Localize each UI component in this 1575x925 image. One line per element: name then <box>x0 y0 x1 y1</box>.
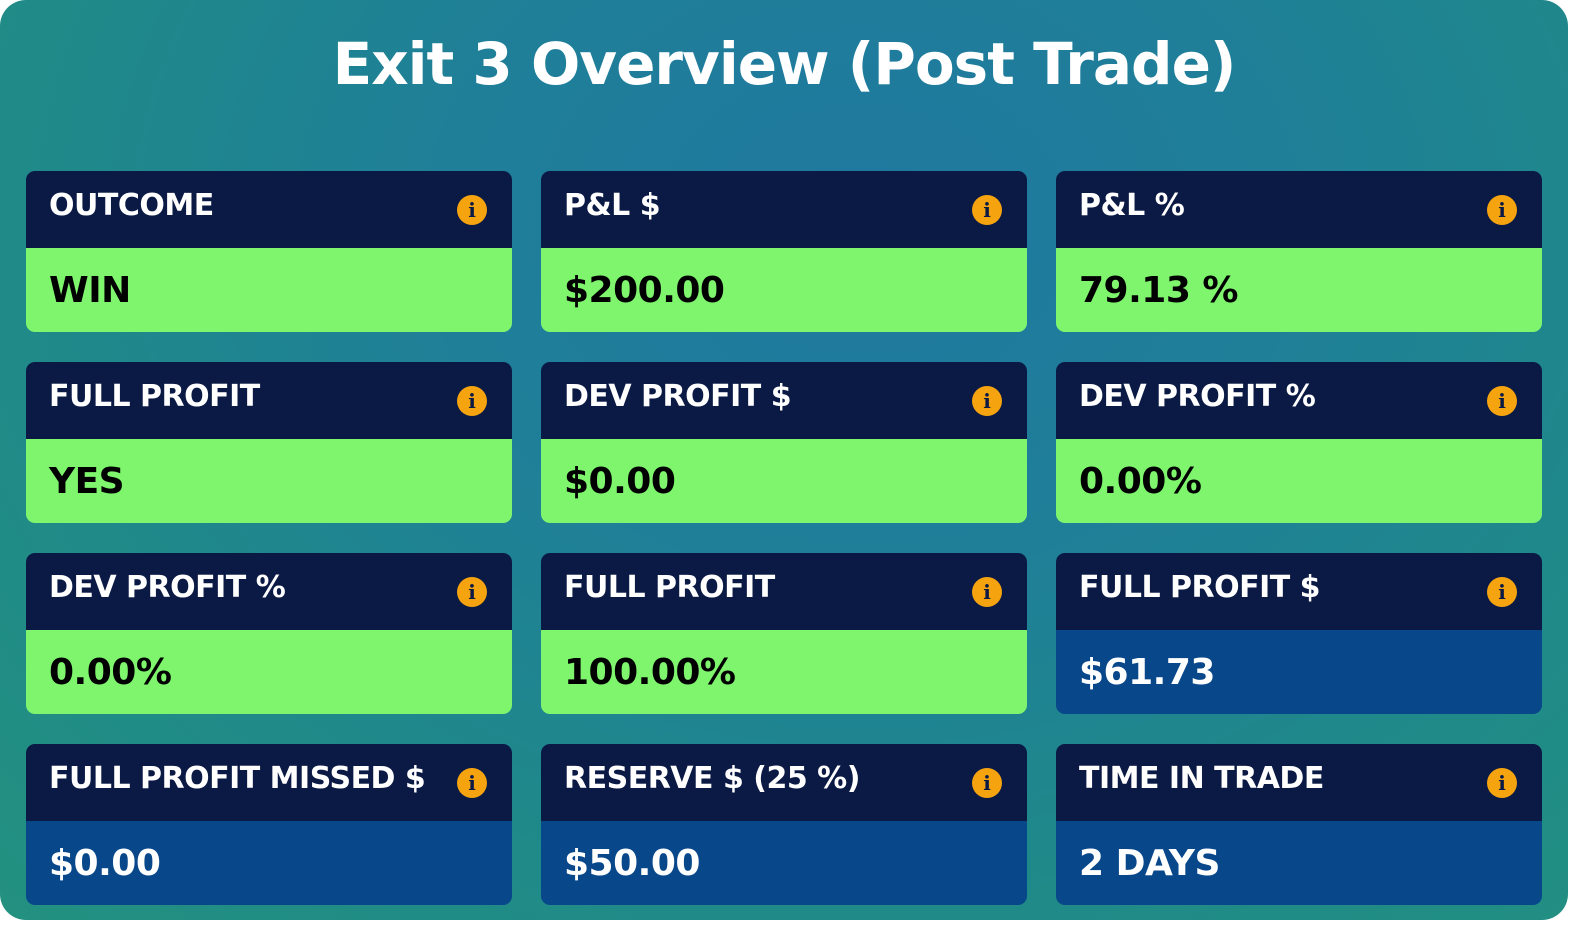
card-header: P&L % i <box>1056 171 1542 248</box>
metric-card-full-profit-dollar: FULL PROFIT $ i $61.73 <box>1056 553 1542 714</box>
card-value-box: WIN <box>26 248 512 332</box>
card-label: DEV PROFIT % <box>1079 379 1316 414</box>
card-value: 0.00% <box>49 651 172 693</box>
card-value-box: YES <box>26 439 512 523</box>
metric-card-full-profit-percent: FULL PROFIT i 100.00% <box>541 553 1027 714</box>
metric-card-dev-profit-percent-2: DEV PROFIT % i 0.00% <box>26 553 512 714</box>
card-label: FULL PROFIT <box>49 379 260 414</box>
card-label: P&L % <box>1079 188 1185 223</box>
card-header: TIME IN TRADE i <box>1056 744 1542 821</box>
card-label: DEV PROFIT % <box>49 570 286 605</box>
info-icon[interactable]: i <box>457 195 487 225</box>
card-value-box: $0.00 <box>541 439 1027 523</box>
card-header: DEV PROFIT % i <box>26 553 512 630</box>
card-value-box: 0.00% <box>1056 439 1542 523</box>
metric-card-time-in-trade: TIME IN TRADE i 2 DAYS <box>1056 744 1542 905</box>
card-value: $50.00 <box>564 842 700 884</box>
metric-card-pnl-percent: P&L % i 79.13 % <box>1056 171 1542 332</box>
info-icon[interactable]: i <box>1487 577 1517 607</box>
card-value: $0.00 <box>564 460 676 502</box>
metrics-grid: OUTCOME i WIN P&L $ i $200.00 P&L % i 79… <box>26 171 1542 905</box>
info-icon[interactable]: i <box>1487 195 1517 225</box>
info-icon[interactable]: i <box>972 577 1002 607</box>
metric-card-full-profit-missed: FULL PROFIT MISSED $ i $0.00 <box>26 744 512 905</box>
card-label: DEV PROFIT $ <box>564 379 792 414</box>
card-value: 100.00% <box>564 651 736 693</box>
card-value: $61.73 <box>1079 651 1215 693</box>
card-value-box: 100.00% <box>541 630 1027 714</box>
card-value-box: $50.00 <box>541 821 1027 905</box>
card-label: OUTCOME <box>49 188 214 223</box>
metric-card-reserve: RESERVE $ (25 %) i $50.00 <box>541 744 1027 905</box>
metric-card-dev-profit-percent: DEV PROFIT % i 0.00% <box>1056 362 1542 523</box>
overview-panel: Exit 3 Overview (Post Trade) OUTCOME i W… <box>0 0 1568 920</box>
card-value: $0.00 <box>49 842 161 884</box>
card-value: 0.00% <box>1079 460 1202 502</box>
card-value-box: $200.00 <box>541 248 1027 332</box>
card-value: WIN <box>49 269 131 311</box>
metric-card-dev-profit-dollar: DEV PROFIT $ i $0.00 <box>541 362 1027 523</box>
info-icon[interactable]: i <box>972 386 1002 416</box>
metric-card-pnl-dollar: P&L $ i $200.00 <box>541 171 1027 332</box>
card-value: YES <box>49 460 125 502</box>
card-value-box: $0.00 <box>26 821 512 905</box>
card-header: RESERVE $ (25 %) i <box>541 744 1027 821</box>
metric-card-outcome: OUTCOME i WIN <box>26 171 512 332</box>
metric-card-full-profit: FULL PROFIT i YES <box>26 362 512 523</box>
card-label: TIME IN TRADE <box>1079 761 1324 796</box>
info-icon[interactable]: i <box>457 386 487 416</box>
card-header: DEV PROFIT % i <box>1056 362 1542 439</box>
card-value-box: 2 DAYS <box>1056 821 1542 905</box>
card-value-box: 0.00% <box>26 630 512 714</box>
card-value: 2 DAYS <box>1079 842 1220 884</box>
info-icon[interactable]: i <box>972 195 1002 225</box>
card-header: DEV PROFIT $ i <box>541 362 1027 439</box>
card-label: P&L $ <box>564 188 661 223</box>
card-label: FULL PROFIT $ <box>1079 570 1321 605</box>
card-header: FULL PROFIT MISSED $ i <box>26 744 512 821</box>
card-label: RESERVE $ (25 %) <box>564 761 860 796</box>
card-header: P&L $ i <box>541 171 1027 248</box>
page-title: Exit 3 Overview (Post Trade) <box>332 30 1237 98</box>
card-value-box: 79.13 % <box>1056 248 1542 332</box>
card-label: FULL PROFIT <box>564 570 775 605</box>
card-value: $200.00 <box>564 269 725 311</box>
card-value-box: $61.73 <box>1056 630 1542 714</box>
card-header: FULL PROFIT $ i <box>1056 553 1542 630</box>
info-icon[interactable]: i <box>972 768 1002 798</box>
card-header: OUTCOME i <box>26 171 512 248</box>
info-icon[interactable]: i <box>1487 768 1517 798</box>
info-icon[interactable]: i <box>457 577 487 607</box>
card-header: FULL PROFIT i <box>26 362 512 439</box>
card-value: 79.13 % <box>1079 269 1238 311</box>
card-label: FULL PROFIT MISSED $ <box>49 761 426 796</box>
info-icon[interactable]: i <box>457 768 487 798</box>
card-header: FULL PROFIT i <box>541 553 1027 630</box>
info-icon[interactable]: i <box>1487 386 1517 416</box>
